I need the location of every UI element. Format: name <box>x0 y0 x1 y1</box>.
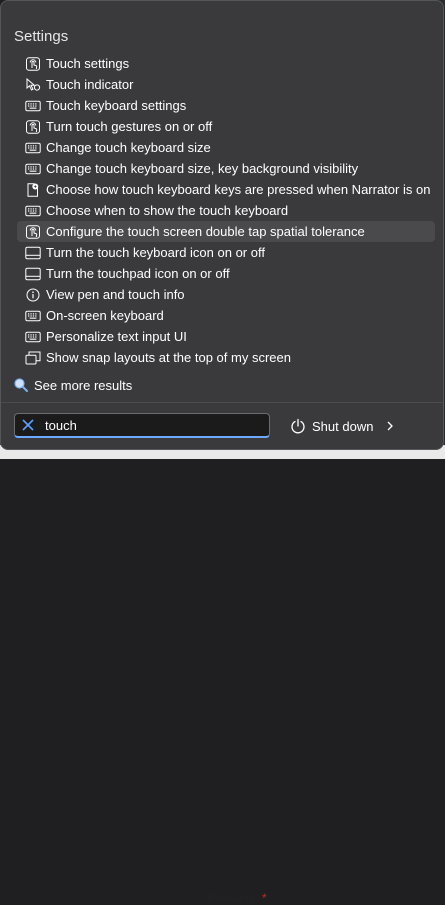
start-search-menu: Settings Touch settings Touch indicator To… <box>0 0 444 450</box>
search-input[interactable] <box>45 417 245 433</box>
result-item[interactable]: Turn the touch keyboard icon on or off <box>17 242 435 263</box>
search-icon <box>13 377 29 393</box>
snap-layout-icon <box>25 351 41 365</box>
result-label: Personalize text input UI <box>46 329 187 344</box>
keyboard-icon <box>25 330 41 344</box>
clear-x-icon[interactable] <box>21 418 35 432</box>
search-box[interactable] <box>14 413 270 438</box>
result-item[interactable]: Show snap layouts at the top of my scree… <box>17 347 435 368</box>
result-label: Change touch keyboard size <box>46 140 211 155</box>
see-more-results-link[interactable]: See more results <box>13 376 132 394</box>
touchpad-icon <box>25 267 41 281</box>
info-icon <box>25 288 41 302</box>
result-item[interactable]: Change touch keyboard size <box>17 137 435 158</box>
result-label: Touch indicator <box>46 77 134 92</box>
result-label: Change touch keyboard size, key backgrou… <box>46 161 359 176</box>
result-label: On-screen keyboard <box>46 308 164 323</box>
result-label: View pen and touch info <box>46 287 185 302</box>
shut-down-button[interactable]: Shut down <box>290 415 395 437</box>
result-label: Show snap layouts at the top of my scree… <box>46 350 291 365</box>
touch-hand-icon <box>25 224 41 239</box>
result-label: Choose when to show the touch keyboard <box>46 203 289 218</box>
touch-indicator-icon <box>25 77 41 92</box>
result-item[interactable]: Change touch keyboard size, key backgrou… <box>17 158 435 179</box>
narrator-document-icon <box>25 182 41 197</box>
keyboard-icon <box>25 204 41 218</box>
shut-down-label: Shut down <box>312 418 374 434</box>
keyboard-icon <box>25 162 41 176</box>
result-item[interactable]: Personalize text input UI <box>17 326 435 347</box>
background-products-label: Products: * <box>208 891 267 905</box>
touch-hand-icon <box>25 56 41 71</box>
keyboard-icon <box>25 309 41 323</box>
result-item[interactable]: On-screen keyboard <box>17 305 435 326</box>
result-label: Touch keyboard settings <box>46 98 187 113</box>
power-icon <box>290 418 306 434</box>
result-item[interactable]: View pen and touch info <box>17 284 435 305</box>
keyboard-icon <box>25 141 41 155</box>
footer-divider <box>1 402 443 403</box>
result-item[interactable]: Touch indicator <box>17 74 435 95</box>
section-title: Settings <box>14 28 69 45</box>
result-list: Touch settings Touch indicator Touch keybo… <box>17 53 435 368</box>
see-more-label: See more results <box>34 377 133 393</box>
result-item[interactable]: Choose how touch keyboard keys are press… <box>17 179 435 200</box>
touchpad-icon <box>25 246 41 260</box>
result-label: Configure the touch screen double tap sp… <box>46 224 365 239</box>
result-label: Choose how touch keyboard keys are press… <box>46 182 431 197</box>
result-item[interactable]: Configure the touch screen double tap sp… <box>17 221 435 242</box>
result-label: Touch settings <box>46 56 130 71</box>
result-item[interactable]: Choose when to show the touch keyboard <box>17 200 435 221</box>
touch-hand-icon <box>25 119 41 134</box>
result-label: Turn the touch keyboard icon on or off <box>46 245 265 260</box>
keyboard-icon <box>25 99 41 113</box>
result-label: Turn the touchpad icon on or off <box>46 266 230 281</box>
chevron-right-icon[interactable] <box>385 420 395 432</box>
result-item[interactable]: Turn the touchpad icon on or off <box>17 263 435 284</box>
result-item[interactable]: Touch keyboard settings <box>17 95 435 116</box>
result-label: Turn touch gestures on or off <box>46 119 213 134</box>
result-item[interactable]: Touch settings <box>17 53 435 74</box>
result-item[interactable]: Turn touch gestures on or off <box>17 116 435 137</box>
